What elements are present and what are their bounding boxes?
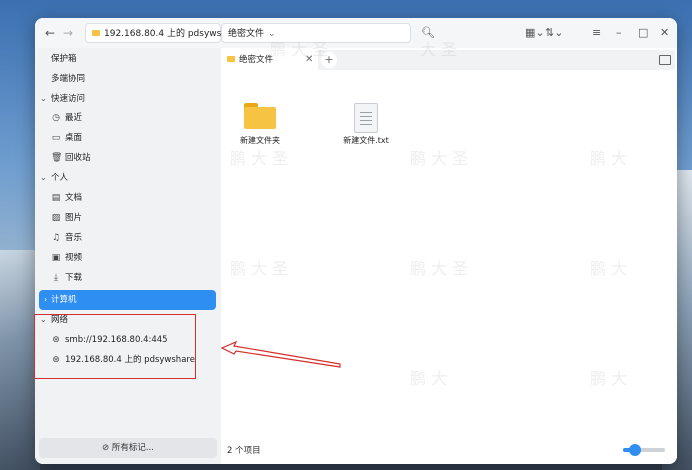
annotation-arrow [220, 340, 341, 368]
